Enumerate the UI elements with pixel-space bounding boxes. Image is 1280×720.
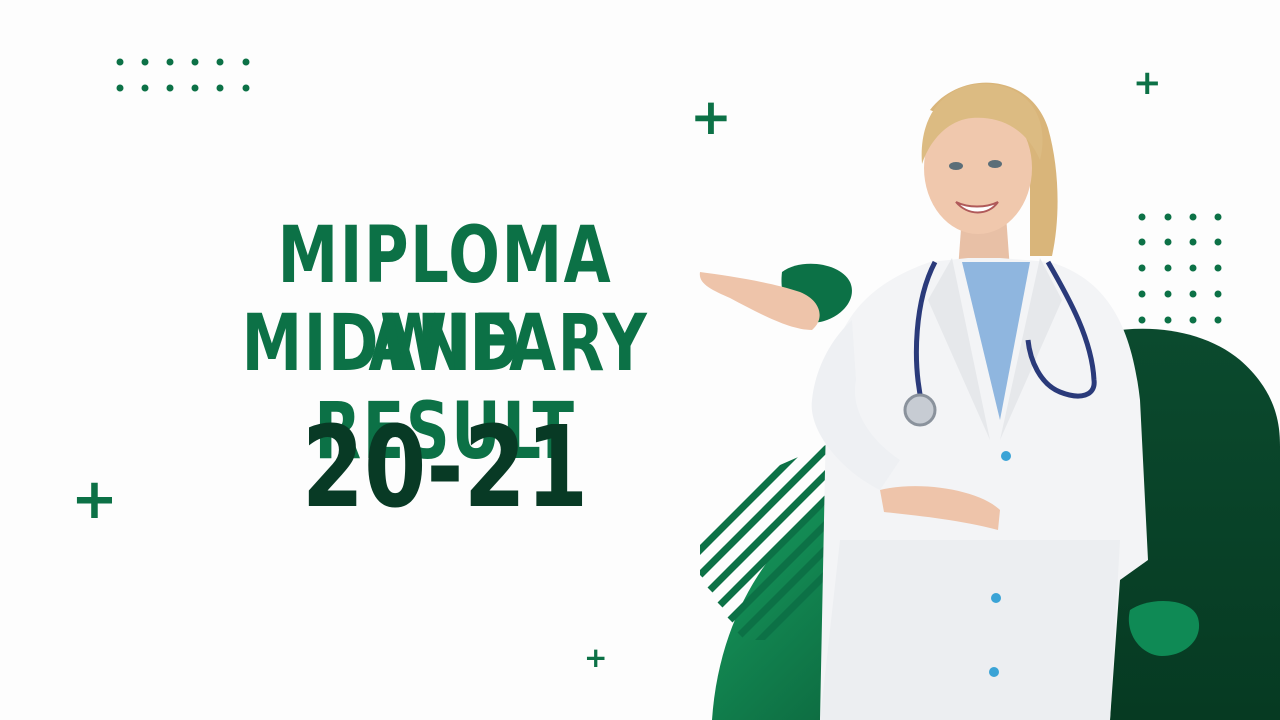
banner: + + + + MIPLOMA AND MIDWIFARY RESULT 20-… [0,0,1280,720]
result-year: 20-21 [301,403,589,533]
